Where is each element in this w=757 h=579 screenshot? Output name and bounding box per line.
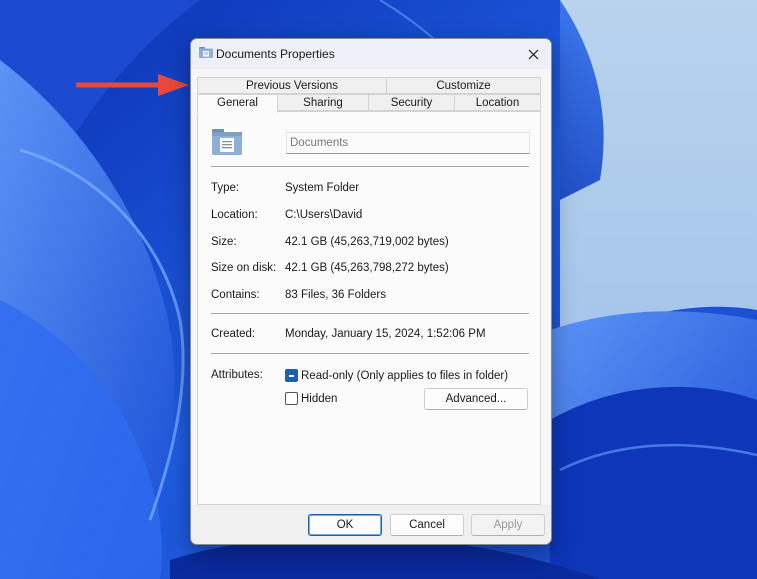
title-bar: Documents Properties (191, 39, 551, 69)
window-title: Documents Properties (216, 47, 335, 61)
type-label: Type: (211, 182, 240, 194)
apply-button[interactable]: Apply (471, 514, 545, 536)
tab-location[interactable]: Location (454, 94, 541, 111)
tab-label: Customize (436, 80, 491, 92)
tab-general[interactable]: General (197, 94, 278, 113)
tab-label: Sharing (303, 97, 343, 109)
close-button[interactable] (521, 43, 545, 65)
tab-sharing[interactable]: Sharing (277, 94, 369, 111)
created-value: Monday, January 15, 2024, 1:52:06 PM (285, 328, 486, 340)
size-on-disk-label: Size on disk: (211, 262, 277, 274)
close-icon (528, 49, 538, 59)
hidden-label: Hidden (301, 393, 338, 405)
divider (211, 313, 529, 314)
readonly-checkbox[interactable] (285, 369, 298, 382)
size-on-disk-value: 42.1 GB (45,263,798,272 bytes) (285, 262, 449, 274)
divider (211, 353, 529, 354)
advanced-button[interactable]: Advanced... (424, 388, 528, 410)
dialog-footer: OK Cancel Apply (191, 505, 551, 544)
hidden-checkbox[interactable] (285, 392, 298, 405)
tab-security[interactable]: Security (368, 94, 455, 111)
contains-label: Contains: (211, 289, 260, 301)
ok-button[interactable]: OK (308, 514, 382, 536)
location-value: C:\Users\David (285, 209, 363, 221)
contains-value: 83 Files, 36 Folders (285, 289, 386, 301)
tab-previous-versions[interactable]: Previous Versions (197, 77, 387, 94)
tab-customize[interactable]: Customize (386, 77, 541, 94)
size-label: Size: (211, 236, 237, 248)
type-value: System Folder (285, 182, 360, 194)
documents-folder-icon (199, 47, 213, 58)
attributes-label: Attributes: (211, 369, 263, 381)
tab-label: General (217, 97, 258, 109)
red-arrow-annotation (76, 74, 189, 96)
created-label: Created: (211, 328, 256, 340)
location-label: Location: (211, 209, 258, 221)
tab-label: Security (390, 97, 433, 109)
properties-dialog: Documents Properties Previous Versions C… (190, 38, 552, 545)
tab-label: Location (475, 97, 520, 109)
divider (211, 166, 529, 167)
documents-folder-icon (212, 129, 242, 155)
tab-label: Previous Versions (245, 80, 339, 92)
folder-name-field[interactable] (286, 132, 530, 154)
general-panel: Type: System Folder Location: C:\Users\D… (197, 111, 541, 505)
readonly-label: Read-only (Only applies to files in fold… (301, 370, 509, 382)
size-value: 42.1 GB (45,263,719,002 bytes) (285, 236, 449, 248)
cancel-button[interactable]: Cancel (390, 514, 464, 536)
